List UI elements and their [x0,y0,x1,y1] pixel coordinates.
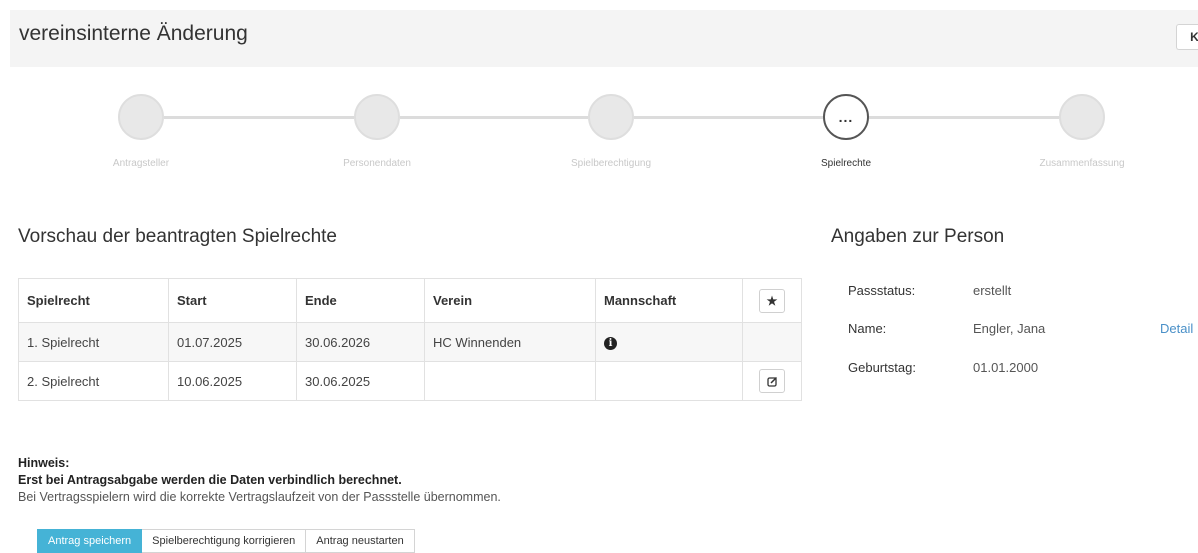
cell-verein: HC Winnenden [424,322,596,362]
wizard-step-label: Spielberechtigung [570,158,652,169]
column-header: Mannschaft [595,278,743,323]
column-header: Start [168,278,297,323]
cell-start: 01.07.2025 [168,322,297,362]
cell-mannschaft: i [595,322,743,362]
cell-spielrecht: 1. Spielrecht [18,322,169,362]
cell-ende: 30.06.2026 [296,322,425,362]
cell-action [742,322,802,362]
passstatus-value: erstellt [973,283,1012,298]
wizard-step-spielberechtigung[interactable] [588,94,634,140]
column-header: Ende [296,278,425,323]
cell-verein [424,361,596,401]
spielrechte-table: Spielrecht Start Ende Verein Mannschaft … [18,278,802,401]
correct-button[interactable]: Spielberechtigung korrigieren [142,529,307,553]
wizard-step-label: Zusammenfassung [1039,158,1125,169]
header-action-button[interactable]: K [1176,24,1198,50]
page-header: vereinsinterne Änderung K [10,10,1198,67]
wizard-step-label: Antragsteller [112,158,170,169]
action-button-group: Antrag speichern Spielberechtigung korri… [37,529,415,553]
wizard-connector [164,116,354,119]
favorite-header: ★ [742,278,802,323]
geburtstag-label: Geburtstag: [848,360,916,375]
column-header: Verein [424,278,596,323]
cell-start: 10.06.2025 [168,361,297,401]
wizard-step-spielrechte[interactable]: ... [823,94,869,140]
wizard-connector [869,116,1059,119]
restart-button[interactable]: Antrag neustarten [306,529,415,553]
wizard-step-antragsteller[interactable] [118,94,164,140]
passstatus-label: Passstatus: [848,283,916,298]
wizard-step-label: Spielrechte [820,158,872,169]
edit-icon[interactable] [759,369,785,393]
table-row: 2. Spielrecht 10.06.2025 30.06.2025 [18,361,802,401]
wizard-step-zusammenfassung[interactable] [1059,94,1105,140]
cell-action [742,361,802,401]
wizard-connector [634,116,823,119]
cell-mannschaft [595,361,743,401]
cell-ende: 30.06.2025 [296,361,425,401]
name-label: Name: [848,321,887,336]
wizard-step-label: Personendaten [343,158,411,169]
info-icon[interactable]: i [604,337,617,350]
column-header: Spielrecht [18,278,169,323]
name-value: Engler, Jana [973,321,1046,336]
preview-title: Vorschau der beantragten Spielrechte [18,226,337,247]
table-row: 1. Spielrecht 01.07.2025 30.06.2026 HC W… [18,322,802,362]
person-title: Angaben zur Person [831,226,1005,247]
cell-spielrecht: 2. Spielrecht [18,361,169,401]
wizard-connector [400,116,588,119]
detail-link[interactable]: Detail [1160,321,1193,336]
star-icon[interactable]: ★ [759,288,785,313]
wizard-step-personendaten[interactable] [354,94,400,140]
page-title: vereinsinterne Änderung [19,22,248,45]
hint-bold-text: Erst bei Antragsabgabe werden die Daten … [18,473,402,487]
hint-label: Hinweis: [18,456,70,470]
geburtstag-value: 01.01.2000 [973,360,1039,375]
table-header-row: Spielrecht Start Ende Verein Mannschaft … [18,278,802,323]
save-button[interactable]: Antrag speichern [37,529,143,553]
hint-text: Bei Vertragsspielern wird die korrekte V… [18,490,501,504]
